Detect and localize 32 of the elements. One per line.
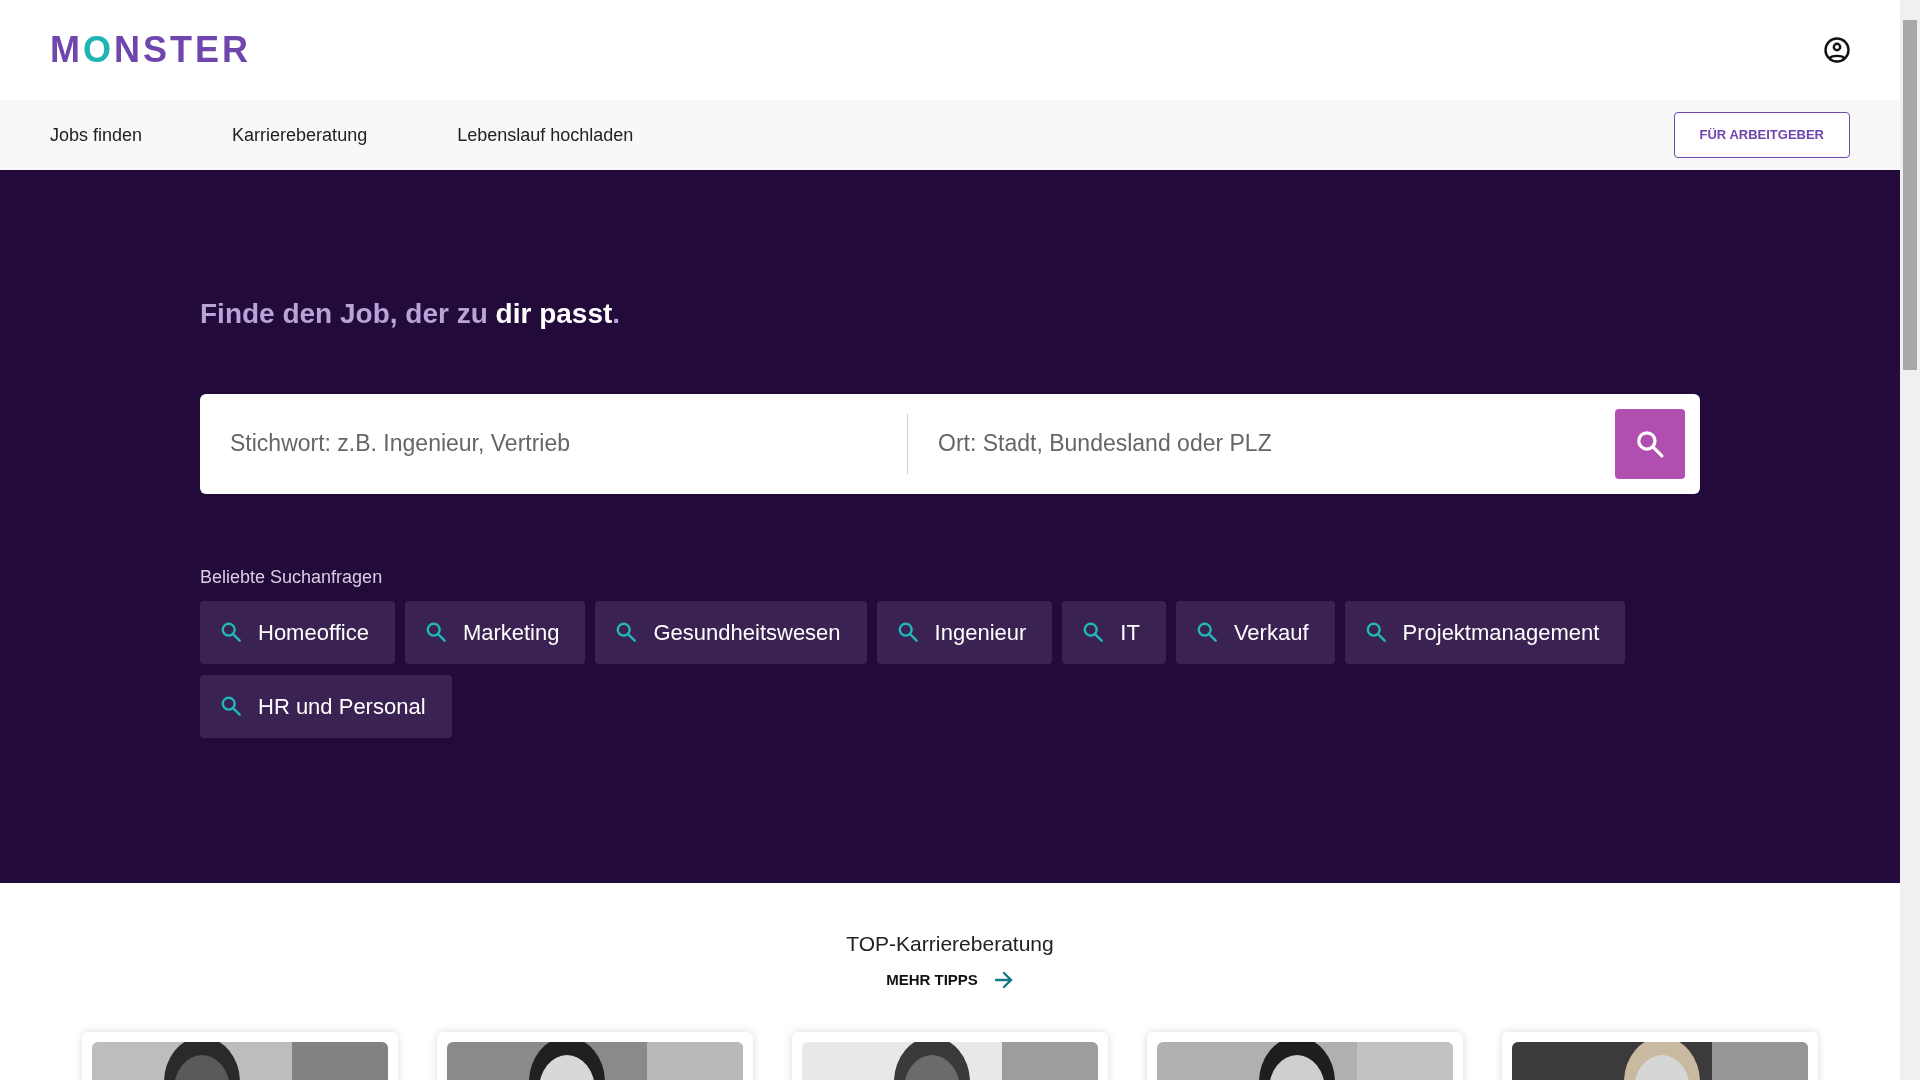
search-icon	[896, 621, 919, 644]
search-icon	[220, 695, 242, 718]
nav-link[interactable]: Karriereberatung	[232, 121, 368, 149]
search-button[interactable]	[1615, 408, 1685, 479]
search-icon	[220, 621, 242, 644]
search-chip[interactable]: Marketing	[404, 600, 586, 664]
section-title: TOP-Karriereberatung	[846, 931, 1054, 957]
search-icon	[424, 621, 447, 644]
search-chip[interactable]: Ingenieur	[876, 600, 1053, 664]
search-chip[interactable]: IT	[1062, 600, 1166, 664]
search-chip[interactable]: Verkauf	[1175, 600, 1335, 664]
logo[interactable]: MONSTER	[50, 32, 252, 68]
scrollbar[interactable]	[1900, 0, 1920, 1080]
keyword-field[interactable]: Stichwort: z.B. Ingenieur, Vertrieb	[200, 393, 907, 494]
search-chip[interactable]: Gesundheitswesen	[595, 600, 867, 664]
search-icon	[1195, 621, 1218, 644]
search-icon	[1082, 621, 1105, 644]
search-chip[interactable]: Projektmanagement	[1344, 600, 1626, 664]
search-chip[interactable]: HR und Personal	[200, 674, 452, 738]
arrow-icon	[993, 970, 1014, 989]
search-icon	[615, 621, 638, 644]
user-icon[interactable]	[1824, 37, 1850, 63]
more-link[interactable]: MEHR TIPPS	[886, 968, 1014, 991]
search-icon	[1635, 428, 1665, 459]
location-field[interactable]: Ort: Stadt, Bundesland oder PLZ	[908, 393, 1615, 494]
nav-link[interactable]: Lebenslauf hochladen	[457, 121, 634, 149]
search-icon	[1364, 621, 1387, 644]
nav-link[interactable]: Jobs finden	[50, 121, 143, 149]
headline: Finde den Job, der zu dir passt.	[200, 297, 622, 331]
search-chip[interactable]: Homeoffice	[200, 600, 395, 664]
section-label: Beliebte Suchanfragen	[200, 565, 384, 589]
employer-button[interactable]: FÜR ARBEITGEBER	[1673, 112, 1850, 158]
